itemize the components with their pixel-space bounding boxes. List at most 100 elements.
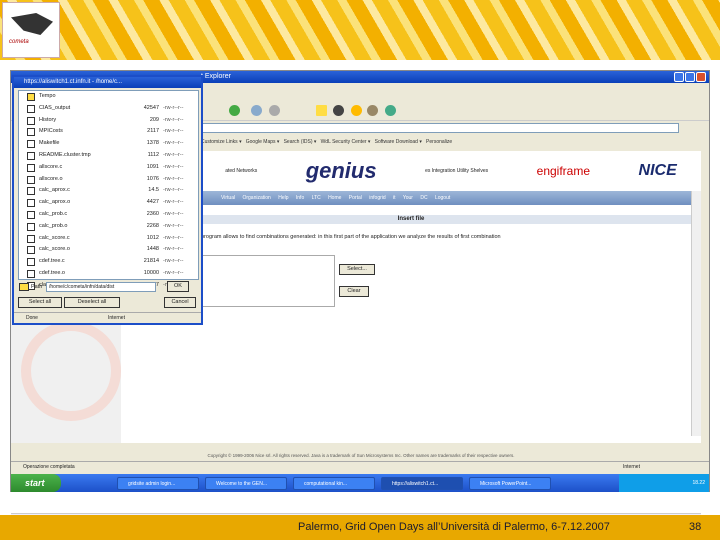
cometa-logo: cometa <box>2 2 60 58</box>
file-perm: -rw-r--r-- <box>163 269 184 276</box>
genius-logo: genius <box>305 158 377 183</box>
file-name: cdef.tree.c <box>39 258 65 265</box>
folder-icon <box>27 93 35 101</box>
file-perm: -rw-r--r-- <box>163 199 184 206</box>
file-row[interactable]: calc_score.c 1012 -rw-r--r-- <box>19 233 198 245</box>
status-text: Done <box>26 315 38 321</box>
slide-footer: Palermo, Grid Open Days all’Università d… <box>0 515 720 540</box>
file-row[interactable]: CIAS_output 42547 -rw-r--r-- <box>19 103 198 115</box>
file-row[interactable]: Makefile 1378 -rw-r--r-- <box>19 138 198 150</box>
file-size: 1012 <box>146 234 159 241</box>
refresh-icon[interactable] <box>229 105 240 116</box>
mail-icon[interactable] <box>251 105 262 116</box>
links-bar: Customize Links ▾ Google Maps ▾ Search (… <box>201 139 453 145</box>
tool-icon[interactable] <box>367 105 378 116</box>
vertical-scrollbar[interactable] <box>691 191 701 436</box>
file-row[interactable]: calc_aprox.o 4427 -rw-r--r-- <box>19 197 198 209</box>
minimize-icon[interactable] <box>674 72 684 82</box>
nav-bar[interactable]: Virtual Organization Help Info LTC Home … <box>121 191 701 205</box>
file-perm: -rw-r--r-- <box>163 210 184 217</box>
file-row[interactable]: calc_aprox.c 14.5 -rw-r--r-- <box>19 185 198 197</box>
file-size: 1076 <box>146 175 159 182</box>
file-icon <box>27 210 35 219</box>
file-name: calc_aprox.c <box>39 187 70 194</box>
system-tray: 18.22 <box>619 474 709 492</box>
link-item[interactable]: Customize Links <box>201 139 238 145</box>
file-row[interactable]: README.cluster.tmp 1112 -rw-r--r-- <box>19 150 198 162</box>
file-icon <box>27 175 35 184</box>
file-row[interactable]: Tempo <box>19 91 198 103</box>
file-dialog: https://aliswitch1.ct.infn.it - /home/c.… <box>12 75 203 325</box>
address-input[interactable] <box>201 123 679 133</box>
clear-button[interactable]: Clear <box>339 286 369 297</box>
close-icon[interactable] <box>696 72 706 82</box>
file-size: 1112 <box>147 151 159 158</box>
file-row[interactable]: allscore.c 1091 -rw-r--r-- <box>19 162 198 174</box>
page-number: 38 <box>689 521 702 533</box>
file-icon <box>27 234 35 243</box>
folder-icon <box>19 283 29 291</box>
link-item[interactable]: Personalize <box>426 139 452 145</box>
cancel-button[interactable]: Cancel <box>164 297 196 308</box>
file-size <box>129 91 159 103</box>
file-icon <box>27 104 35 113</box>
file-name: allscore.c <box>39 163 63 170</box>
file-row[interactable]: allscore.o 1076 -rw-r--r-- <box>19 174 198 186</box>
file-row[interactable]: History 209 -rw-r--r-- <box>19 115 198 127</box>
file-icon <box>27 258 35 267</box>
file-name: Makefile <box>39 140 60 147</box>
file-row[interactable]: cdef.tree.c 21814 -rw-r--r-- <box>19 256 198 268</box>
file-perm: -rw-r--r-- <box>163 258 184 265</box>
taskbar-item[interactable]: Welcome to the GEN... <box>205 476 287 490</box>
link-item[interactable]: Google Maps <box>246 139 276 145</box>
file-row[interactable]: calc_score.o 1448 -rw-r--r-- <box>19 244 198 256</box>
file-perm <box>159 91 163 103</box>
slide-banner: cometa <box>0 0 720 60</box>
taskbar-item[interactable]: computational kin... <box>293 476 375 490</box>
description: program allows to find combinations gene… <box>201 234 501 240</box>
file-list: Tempo CIAS_output 42547 -rw-r--r-- History 20… <box>18 90 199 290</box>
zone-text: Internet <box>108 315 125 321</box>
maximize-icon[interactable] <box>685 72 695 82</box>
file-row[interactable]: calc_prob.o 2268 -rw-r--r-- <box>19 221 198 233</box>
ok-button[interactable]: OK <box>167 281 189 292</box>
file-row[interactable]: cdef.tree.o 10000 -rw-r--r-- <box>19 268 198 280</box>
file-size: 1448 <box>146 246 159 253</box>
file-icon <box>27 222 35 231</box>
file-icon <box>27 269 35 278</box>
file-icon <box>27 163 35 172</box>
file-perm: -rw-r--r-- <box>163 246 184 253</box>
file-perm: -rw-r--r-- <box>163 222 184 229</box>
file-row[interactable]: calc_prob.c 2360 -rw-r--r-- <box>19 209 198 221</box>
file-icon <box>27 187 35 196</box>
file-perm: -rw-r--r-- <box>163 140 184 147</box>
file-size: 10000 <box>143 269 159 276</box>
window-title: t Explorer <box>201 73 231 80</box>
file-perm: -rw-r--r-- <box>163 175 184 182</box>
file-row[interactable]: MPICosts 2117 -rw-r--r-- <box>19 126 198 138</box>
link-item[interactable]: Software Download <box>375 139 418 145</box>
start-button[interactable]: start <box>11 474 61 492</box>
file-perm: -rw-r--r-- <box>163 104 184 111</box>
file-icon <box>27 246 35 255</box>
taskbar-item[interactable]: https://aliswitch1.ct... <box>381 476 463 490</box>
file-name: calc_prob.o <box>39 222 68 229</box>
path-input[interactable]: /home/c/cometa/infn/data/dist <box>46 282 156 292</box>
taskbar-item[interactable]: Microsoft PowerPoint... <box>469 476 551 490</box>
file-size: 1091 <box>146 163 159 170</box>
footer-text: Palermo, Grid Open Days all’Università d… <box>298 521 610 533</box>
status-bar: Operazione completata Internet <box>11 461 709 472</box>
print-icon[interactable] <box>269 105 280 116</box>
smiley-icon[interactable] <box>351 105 362 116</box>
users-icon[interactable] <box>385 105 396 116</box>
deselect-all-button[interactable]: Deselect all <box>64 297 120 308</box>
zone-text: Internet <box>623 464 640 470</box>
note-icon[interactable] <box>316 105 327 116</box>
link-item[interactable]: WdL Security Center <box>321 139 367 145</box>
select-all-button[interactable]: Select all <box>18 297 62 308</box>
taskbar-item[interactable]: gridsite admin login... <box>117 476 199 490</box>
link-item[interactable]: Search (IDS) <box>284 139 313 145</box>
messenger-icon[interactable] <box>333 105 344 116</box>
dialog-title: https://aliswitch1.ct.infn.it - /home/c.… <box>14 77 201 88</box>
select-button[interactable]: Select... <box>339 264 375 275</box>
